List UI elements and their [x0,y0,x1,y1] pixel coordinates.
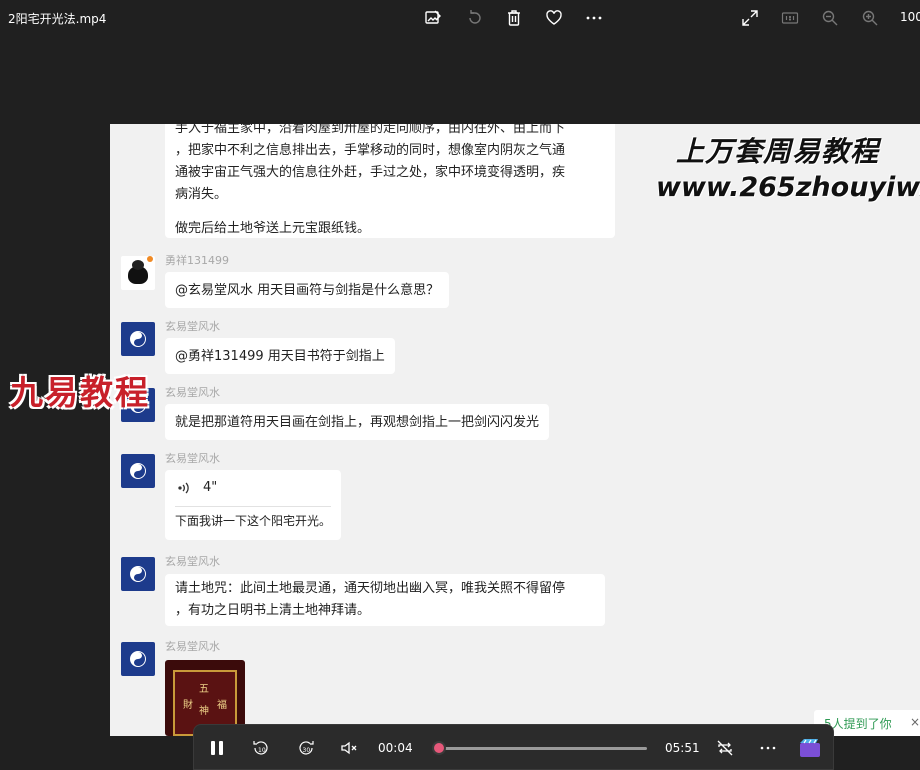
more-icon [586,16,602,20]
watermark-url: www.265zhouyiw.com [656,172,920,203]
sender-name: 玄易堂风水 [165,452,220,465]
avatar-master[interactable] [121,557,155,591]
pause-button[interactable] [206,737,228,759]
player-more-button[interactable] [757,737,779,759]
chat-bubble-instructions: 手入于福主家中，沿着肉屋到卅屋的走向顺序，由内往外、由上而下 ，把家中不利之信息… [165,124,615,238]
rewind-10-icon: 10 [253,741,268,755]
rewind-10-button[interactable]: 10 [250,737,272,759]
chat-bubble-reply: 就是把那道符用天目画在剑指上，再观想剑指上一把剑闪闪发光 [165,404,550,440]
pause-icon [211,741,223,755]
rotate-button[interactable] [463,6,487,30]
zoom-in-button[interactable] [858,6,882,30]
message-line: 做完后给土地爷送上元宝跟纸钱。 [175,221,371,236]
avatar-master[interactable] [121,322,155,356]
sender-name: 玄易堂风水 [165,640,220,653]
forward-30-button[interactable]: 30 [295,737,317,759]
voice-row: 4" [177,480,217,495]
repeat-button[interactable] [714,737,736,759]
message-line [175,206,605,218]
edit-image-button[interactable] [421,6,445,30]
shrine-char: 福 [217,700,227,711]
taiji-icon [130,463,146,479]
seek-track[interactable] [437,747,647,750]
fullscreen-button[interactable] [738,6,762,30]
total-time: 05:51 [665,741,700,755]
more-options-button[interactable] [582,6,606,30]
photos-app-window: 2阳宅开光法.mp4 100 手入于福主家中，沿着肉屋到卅屋的走向顺序，由内往外… [0,0,920,770]
zoom-level: 100 [900,10,920,24]
message-line: ，有功之日明书上清土地神拜请。 [175,603,371,618]
shrine-char: 財 [183,700,193,711]
sender-name: 勇祥131499 [165,254,229,267]
voice-wave-icon [178,482,189,493]
video-frame[interactable]: 手入于福主家中，沿着肉屋到卅屋的走向顺序，由内往外、由上而下 ，把家中不利之信息… [110,124,920,736]
mute-button[interactable] [338,737,360,759]
fullscreen-icon [742,10,758,26]
taiji-icon [130,566,146,582]
svg-text:30: 30 [303,747,311,754]
voice-message[interactable]: 4" 下面我讲一下这个阳宅开光。 [165,470,341,540]
mention-close[interactable]: × [910,715,920,729]
message-line: 通被宇宙正气强大的信息往外赶，手过之处，家中环境变得透明，疾 [175,165,566,180]
top-toolbar: 2阳宅开光法.mp4 100 [0,0,920,36]
watermark-title: 上万套周易教程 [676,135,880,168]
svg-text:10: 10 [258,747,266,754]
rotate-icon [469,10,481,24]
delete-icon [508,10,520,26]
zoom-in-icon [862,10,878,26]
chat-bubble-reply: @勇祥131499 用天目书符于剑指上 [165,338,395,374]
actual-size-icon [781,12,799,24]
file-title: 2阳宅开光法.mp4 [8,12,107,26]
volume-muted-icon [341,741,357,755]
pot-avatar-icon [128,260,148,284]
message-line: 病消失。 [175,187,228,202]
zoom-out-button[interactable] [818,6,842,30]
playback-controls: 10 30 00:04 05:51 [193,724,834,770]
taiji-icon [130,651,146,667]
zoom-out-icon [822,10,838,26]
sender-name: 玄易堂风水 [165,555,220,568]
avatar-master[interactable] [121,454,155,488]
taiji-icon [130,331,146,347]
favorite-icon [546,10,562,25]
shrine-char: 神 [199,706,209,717]
shrine-char: 五 [199,684,209,695]
message-line: ，把家中不利之信息排出去，手掌移动的同时，想像室内阴灰之气通 [175,143,566,158]
overlay-watermark-logo: 九易教程 [10,373,150,412]
voice-transcript: 下面我讲一下这个阳宅开光。 [175,514,332,528]
status-dot [147,256,153,262]
divider [175,506,331,507]
repeat-off-icon [717,740,733,756]
current-time: 00:04 [378,741,413,755]
actual-size-button[interactable] [778,6,802,30]
sender-name: 玄易堂风水 [165,320,220,333]
avatar-master[interactable] [121,642,155,676]
voice-duration: 4" [203,480,218,495]
seek-thumb[interactable] [432,741,447,755]
forward-30-icon: 30 [299,741,314,755]
sender-name: 玄易堂风水 [165,386,220,399]
clipchamp-icon [800,739,820,757]
edit-image-icon [425,10,441,24]
clipchamp-button[interactable] [798,737,822,759]
favorite-button[interactable] [542,6,566,30]
chat-bubble-question: @玄易堂风水 用天目画符与剑指是什么意思？ [165,272,450,308]
message-line: 手入于福主家中，沿着肉屋到卅屋的走向顺序，由内往外、由上而下 [175,124,566,136]
more-icon [760,746,776,750]
delete-button[interactable] [502,6,526,30]
chat-bubble-incantation: 请土地咒：此间土地最灵通，通天彻地出幽入冥，唯我关照不得留停 ，有功之日明书上清… [165,574,605,626]
message-line: 请土地咒：此间土地最灵通，通天彻地出幽入冥，唯我关照不得留停 [175,581,566,596]
